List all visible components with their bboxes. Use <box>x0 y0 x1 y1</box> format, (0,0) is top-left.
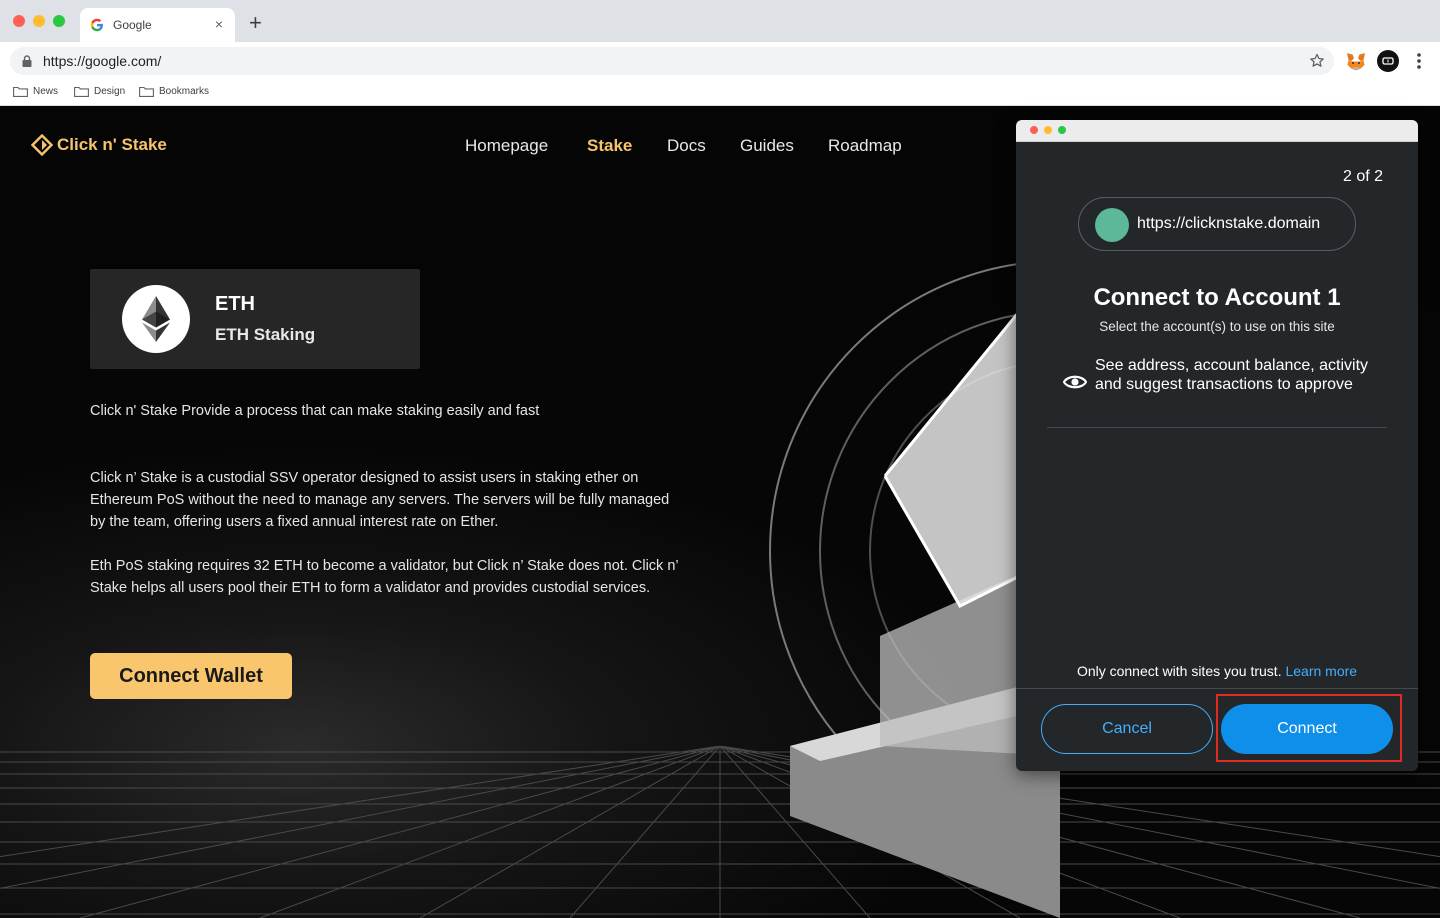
url-text[interactable]: https://google.com/ <box>43 53 161 69</box>
bookmark-design[interactable]: Design <box>74 86 125 97</box>
token-symbol: ETH <box>215 293 255 315</box>
description-paragraph-2: Eth PoS staking requires 32 ETH to becom… <box>90 558 679 596</box>
token-card: ETH ETH Staking <box>90 269 420 369</box>
folder-icon <box>74 86 89 97</box>
window-minimize-button[interactable] <box>33 15 45 27</box>
eye-icon <box>1063 375 1087 389</box>
grid-floor-decoration <box>0 746 1440 918</box>
popup-minimize-button[interactable] <box>1044 126 1052 134</box>
address-bar[interactable]: https://google.com/ <box>10 47 1334 75</box>
ethereum-icon <box>142 296 170 342</box>
tab-title: Google <box>113 18 152 32</box>
eth-logo <box>122 285 190 353</box>
nav-guides[interactable]: Guides <box>740 136 794 156</box>
footer-divider <box>1016 688 1418 689</box>
ticket-icon <box>1382 57 1394 65</box>
token-name: ETH Staking <box>215 325 316 344</box>
new-tab-button[interactable]: + <box>249 12 262 34</box>
diamond-logo-icon <box>31 134 53 156</box>
connect-subtitle: Select the account(s) to use on this sit… <box>1099 319 1335 334</box>
bookmarks-bar: News Design Bookmarks <box>0 80 1440 106</box>
permission-description: See address, account balance, activity a… <box>1095 357 1369 393</box>
tagline: Click n' Stake Provide a process that ca… <box>90 403 540 419</box>
browser-menu-icon[interactable] <box>1410 51 1428 71</box>
lock-icon <box>22 55 32 67</box>
connect-title: Connect to Account 1 <box>1093 284 1341 311</box>
trust-note-text: Only connect with sites you trust. <box>1076 663 1282 679</box>
window-zoom-button[interactable] <box>53 15 65 27</box>
extension-icon[interactable] <box>1377 50 1399 72</box>
divider <box>1047 427 1387 428</box>
metamask-fox-icon[interactable] <box>1345 50 1367 72</box>
wallet-connect-popup: 2 of 2 https://clicknstake.domain Connec… <box>1016 120 1418 771</box>
browser-tab-bar: Google × + <box>0 0 1440 42</box>
site-origin-pill: https://clicknstake.domain <box>1078 197 1356 251</box>
bookmark-star-icon[interactable] <box>1308 52 1326 70</box>
folder-icon <box>139 86 154 97</box>
page-counter: 2 of 2 <box>1342 168 1383 185</box>
connect-highlight-box <box>1216 694 1402 762</box>
tab-close-icon[interactable]: × <box>215 16 223 32</box>
nav-homepage[interactable]: Homepage <box>465 136 548 156</box>
site-logo[interactable]: Click n' Stake <box>31 134 167 156</box>
bookmark-label: News <box>33 86 59 97</box>
cancel-button[interactable]: Cancel <box>1041 704 1213 754</box>
folder-icon <box>13 86 28 97</box>
learn-more-link[interactable]: Learn more <box>1285 663 1357 679</box>
bookmark-news[interactable]: News <box>13 86 58 97</box>
window-close-button[interactable] <box>13 15 25 27</box>
nav-docs[interactable]: Docs <box>667 136 706 156</box>
popup-titlebar <box>1016 120 1418 142</box>
browser-tab[interactable]: Google × <box>80 8 235 42</box>
nav-roadmap[interactable]: Roadmap <box>828 136 902 156</box>
google-favicon-icon <box>90 18 103 32</box>
bookmark-bookmarks[interactable]: Bookmarks <box>139 86 209 97</box>
browser-toolbar: https://google.com/ <box>0 42 1440 80</box>
site-url: https://clicknstake.domain <box>1137 215 1321 232</box>
bookmark-label: Bookmarks <box>159 86 210 97</box>
bookmark-label: Design <box>94 86 126 97</box>
crystal-decoration <box>769 260 1060 918</box>
trust-note: Only connect with sites you trust. Learn… <box>1016 663 1418 679</box>
popup-zoom-button[interactable] <box>1058 126 1066 134</box>
connect-wallet-button[interactable]: Connect Wallet <box>90 653 292 699</box>
nav-stake[interactable]: Stake <box>587 136 632 156</box>
popup-close-button[interactable] <box>1030 126 1038 134</box>
logo-text: Click n' Stake <box>57 135 167 154</box>
description-paragraph-1: Click n’ Stake is a custodial SSV operat… <box>90 470 670 530</box>
site-avatar <box>1095 208 1129 242</box>
